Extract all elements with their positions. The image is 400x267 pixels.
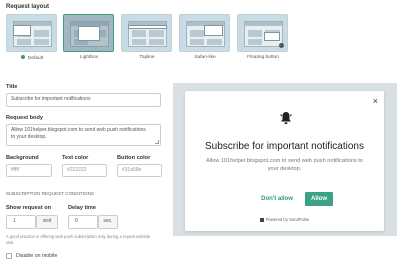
background-color-label: Background — [6, 155, 39, 161]
conditions-heading: SUBSCRIPTION REQUEST CONDITIONS — [6, 191, 94, 196]
delay-time-input[interactable]: 0 — [68, 215, 98, 229]
layout-lightbox-thumbnail — [63, 14, 114, 52]
popup-title: Subscribe for important notifications — [205, 141, 364, 152]
powered-by: Powered by SendPulse — [185, 217, 384, 222]
layout-option-lightbox[interactable]: Lightbox — [63, 14, 115, 60]
layout-floating-label: Floating button — [247, 55, 279, 60]
text-color-label: Text color — [62, 155, 89, 161]
show-request-input[interactable]: 1 — [6, 215, 36, 229]
button-color-label: Button color — [117, 155, 151, 161]
conditions-hint: A good practice is offering web push sub… — [6, 234, 151, 245]
layout-default-thumbnail — [6, 14, 57, 52]
allow-button[interactable]: Allow — [305, 192, 333, 206]
title-input[interactable]: Subscribe for important notifications — [6, 93, 161, 107]
sendpulse-logo-icon — [259, 217, 264, 222]
title-label: Title — [6, 84, 18, 90]
active-layout-dot — [20, 55, 25, 59]
floating-button-icon — [279, 43, 284, 48]
show-request-label: Show request on — [6, 205, 52, 211]
bell-icon — [280, 111, 292, 130]
subscription-popup: × Subscribe for important notifications … — [185, 91, 384, 231]
layout-option-default[interactable]: Default — [6, 14, 58, 61]
layout-topline-thumbnail — [121, 14, 172, 52]
disable-mobile-label: Disable on mobile — [16, 253, 58, 259]
request-body-textarea[interactable]: Allow 101helper.blogspot.com to send web… — [6, 124, 161, 146]
layout-lightbox-label: Lightbox — [79, 55, 99, 60]
layout-topline-label: Topline — [139, 55, 155, 60]
layout-safari-thumbnail — [179, 14, 230, 52]
layout-option-floating[interactable]: Floating button — [237, 14, 289, 60]
dont-allow-button[interactable]: Don't allow — [253, 192, 301, 206]
preview-panel: × Subscribe for important notifications … — [173, 83, 397, 236]
disable-mobile-checkbox[interactable] — [6, 253, 12, 259]
delay-time-label: Delay time — [68, 205, 96, 211]
text-color-input[interactable]: #222222 — [62, 164, 107, 177]
show-request-unit: visit — [36, 215, 58, 229]
request-body-value: Allow 101helper.blogspot.com to send web… — [11, 127, 146, 140]
powered-by-text: Powered by SendPulse — [265, 217, 310, 222]
request-layout-heading: Request layout — [6, 4, 50, 10]
layout-floating-thumbnail — [237, 14, 288, 52]
delay-time-unit: sec. — [98, 215, 118, 229]
layout-option-topline[interactable]: Topline — [121, 14, 173, 60]
close-icon[interactable]: × — [373, 96, 378, 106]
layout-safari-label: Safari-like — [194, 55, 216, 60]
request-body-label: Request body — [6, 115, 43, 121]
layout-default-label: Default — [27, 56, 44, 61]
background-color-input[interactable]: ffffff — [6, 164, 52, 177]
button-color-input[interactable]: #31a58e — [117, 164, 162, 177]
layout-option-safari[interactable]: Safari-like — [179, 14, 231, 60]
resize-grip-icon[interactable] — [155, 140, 159, 144]
popup-body: Allow 101helper.blogspot.com to send web… — [205, 158, 364, 172]
